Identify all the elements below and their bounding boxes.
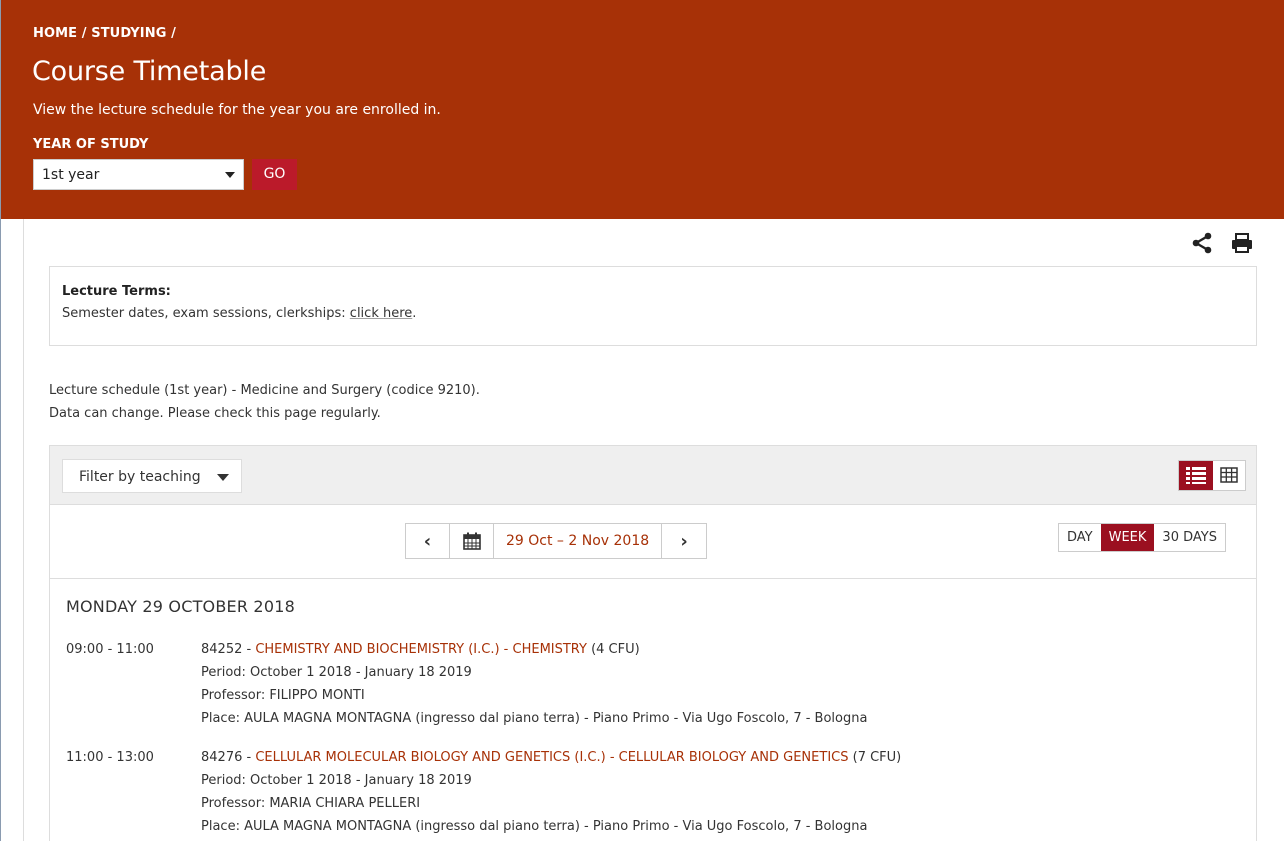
lesson-time: 11:00 - 13:00 xyxy=(66,750,154,765)
timetable-toolbar: Filter by teaching xyxy=(50,446,1256,505)
course-link[interactable]: CHEMISTRY AND BIOCHEMISTRY (I.C.) - CHEM… xyxy=(255,642,587,657)
divider xyxy=(50,578,1256,579)
lesson-place: Place: AULA MAGNA MONTAGNA (ingresso dal… xyxy=(201,819,868,834)
week-mode-button[interactable]: WEEK xyxy=(1100,524,1155,551)
lecture-terms-period: . xyxy=(412,306,417,321)
day-heading: MONDAY 29 OCTOBER 2018 xyxy=(66,597,295,616)
page-subtitle: View the lecture schedule for the year y… xyxy=(33,102,441,118)
filter-by-teaching-dropdown[interactable]: Filter by teaching xyxy=(62,459,242,493)
lecture-terms-text: Semester dates, exam sessions, clerkship… xyxy=(62,306,416,321)
breadcrumb[interactable]: HOME / STUDYING / xyxy=(33,26,176,41)
view-toggle xyxy=(1178,460,1246,491)
lesson-code: 84252 - xyxy=(201,642,256,657)
caret-down-icon xyxy=(217,474,229,481)
lesson-period: Period: October 1 2018 - January 18 2019 xyxy=(201,665,472,680)
lesson-credits: (4 CFU) xyxy=(586,642,640,657)
course-link[interactable]: CELLULAR MOLECULAR BIOLOGY AND GENETICS … xyxy=(255,750,848,765)
thirty-days-mode-button[interactable]: 30 DAYS xyxy=(1154,524,1225,551)
lesson-info: 84276 - CELLULAR MOLECULAR BIOLOGY AND G… xyxy=(201,750,901,841)
page-title: Course Timetable xyxy=(32,56,267,87)
lesson-credits: (7 CFU) xyxy=(848,750,902,765)
calendar-icon xyxy=(462,532,481,550)
lecture-terms-box: Lecture Terms: Semester dates, exam sess… xyxy=(49,266,1257,346)
lecture-terms-description: Semester dates, exam sessions, clerkship… xyxy=(62,306,350,321)
list-view-icon[interactable] xyxy=(1179,461,1213,490)
lesson-title-line: 84252 - CHEMISTRY AND BIOCHEMISTRY (I.C.… xyxy=(201,642,867,665)
lesson-professor: Professor: FILIPPO MONTI xyxy=(201,688,365,703)
go-button[interactable]: GO xyxy=(252,159,297,190)
day-mode-button[interactable]: DAY xyxy=(1059,524,1101,551)
year-select[interactable]: 1st year xyxy=(33,159,244,190)
view-mode-switch: DAY WEEK 30 DAYS xyxy=(1058,523,1226,552)
calendar-button[interactable] xyxy=(450,524,494,558)
date-navigator: ‹ 29 Oct – 2 Nov 2018 › xyxy=(405,523,708,559)
page-header: HOME / STUDYING / Course Timetable View … xyxy=(0,0,1284,219)
chevron-right-icon: › xyxy=(680,530,688,552)
date-range[interactable]: 29 Oct – 2 Nov 2018 xyxy=(494,524,663,558)
click-here-link[interactable]: click here xyxy=(350,306,412,321)
print-icon[interactable] xyxy=(1230,232,1254,254)
filter-label: Filter by teaching xyxy=(79,469,201,485)
lesson-code: 84276 - xyxy=(201,750,256,765)
window-edge xyxy=(0,0,1,841)
schedule-notice: Data can change. Please check this page … xyxy=(49,406,381,421)
schedule-description: Lecture schedule (1st year) - Medicine a… xyxy=(49,383,480,398)
lesson-period: Period: October 1 2018 - January 18 2019 xyxy=(201,773,472,788)
chevron-left-icon: ‹ xyxy=(423,530,432,552)
next-week-button[interactable]: › xyxy=(662,524,706,558)
year-of-study-label: YEAR OF STUDY xyxy=(33,137,149,152)
lesson-info: 84252 - CHEMISTRY AND BIOCHEMISTRY (I.C.… xyxy=(201,642,867,734)
timetable-panel: Filter by teaching ‹ 29 Oct – 2 Nov 2018… xyxy=(49,445,1257,841)
lesson-title-line: 84276 - CELLULAR MOLECULAR BIOLOGY AND G… xyxy=(201,750,901,773)
lesson-time: 09:00 - 11:00 xyxy=(66,642,154,657)
year-select-value: 1st year xyxy=(42,167,100,183)
lecture-terms-heading: Lecture Terms: xyxy=(62,284,171,299)
caret-down-icon xyxy=(225,172,235,178)
prev-week-button[interactable]: ‹ xyxy=(406,524,450,558)
lesson-place: Place: AULA MAGNA MONTAGNA (ingresso dal… xyxy=(201,711,868,726)
grid-view-icon[interactable] xyxy=(1213,461,1245,490)
share-icon[interactable] xyxy=(1190,232,1214,254)
lesson-professor: Professor: MARIA CHIARA PELLERI xyxy=(201,796,421,811)
